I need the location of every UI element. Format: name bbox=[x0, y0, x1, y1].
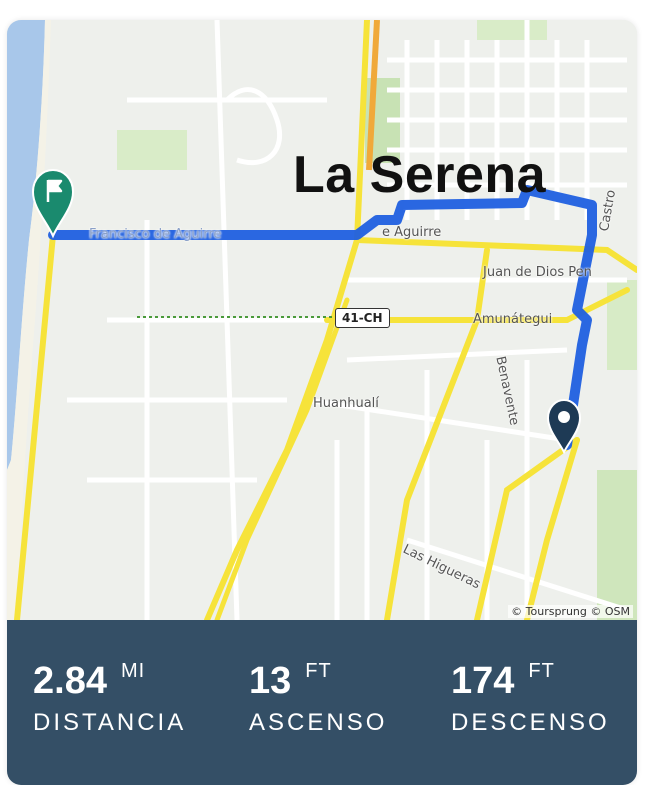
stat-distance: 2.84 MI DISTANCIA bbox=[33, 660, 186, 737]
city-label: La Serena bbox=[293, 146, 547, 204]
street-label: e Aguirre bbox=[382, 225, 442, 240]
route-shield: 41-CH bbox=[335, 308, 390, 328]
stat-label: DESCENSO bbox=[451, 709, 610, 736]
park bbox=[597, 470, 637, 620]
street-label: Juan de Dios Pen bbox=[483, 265, 592, 280]
stat-value: 174 bbox=[451, 660, 515, 702]
street-label: Francisco de Aguirre bbox=[89, 227, 222, 242]
street-label: Huanhualí bbox=[313, 396, 379, 411]
street-label: Amunátegui bbox=[473, 312, 553, 327]
stat-value: 2.84 bbox=[33, 660, 107, 702]
stat-unit: MI bbox=[120, 660, 146, 682]
stat-value: 13 bbox=[249, 660, 292, 702]
stat-unit: FT bbox=[528, 660, 555, 682]
route-map[interactable]: La Serena e Aguirre Juan de Dios Pen Amu… bbox=[7, 20, 637, 620]
stat-ascent: 13 FT ASCENSO bbox=[249, 660, 387, 737]
stat-descent: 174 FT DESCENSO bbox=[451, 660, 610, 737]
route-card[interactable]: La Serena e Aguirre Juan de Dios Pen Amu… bbox=[7, 20, 637, 785]
stat-label: ASCENSO bbox=[249, 709, 388, 736]
map-attribution[interactable]: © Toursprung © OSM bbox=[508, 605, 633, 618]
park bbox=[117, 130, 187, 170]
park bbox=[477, 20, 547, 40]
stats-panel: 2.84 MI DISTANCIA 13 FT ASCENSO 174 FT DESC… bbox=[7, 620, 637, 785]
stat-unit: FT bbox=[305, 660, 332, 682]
stat-label: DISTANCIA bbox=[33, 709, 187, 736]
